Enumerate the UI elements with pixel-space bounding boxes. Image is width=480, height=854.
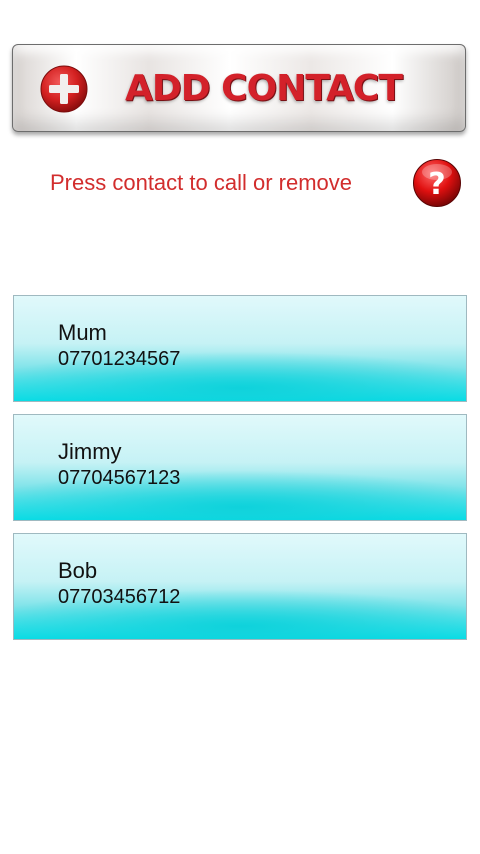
- help-question-icon[interactable]: ?: [412, 158, 462, 208]
- add-contact-label: ADD CONTACT: [125, 68, 403, 109]
- contact-phone: 07703456712: [58, 586, 181, 608]
- add-contact-button[interactable]: ADD CONTACT: [12, 44, 466, 132]
- contact-name: Bob: [58, 558, 98, 583]
- contact-list: Mum 07701234567 Jimmy 07704567123 Bob 07…: [13, 295, 467, 652]
- contact-item[interactable]: Mum 07701234567: [13, 295, 467, 402]
- svg-text:?: ?: [428, 167, 445, 202]
- screen: ADD CONTACT Press contact to call or rem…: [0, 0, 480, 854]
- contact-item[interactable]: Jimmy 07704567123: [13, 414, 467, 521]
- plus-circle-icon: [40, 65, 88, 113]
- contact-name: Mum: [58, 320, 107, 345]
- instruction-text: Press contact to call or remove: [50, 170, 353, 195]
- contact-phone: 07701234567: [58, 348, 181, 370]
- contact-item[interactable]: Bob 07703456712: [13, 533, 467, 640]
- contact-phone: 07704567123: [58, 467, 181, 489]
- contact-name: Jimmy: [58, 439, 122, 464]
